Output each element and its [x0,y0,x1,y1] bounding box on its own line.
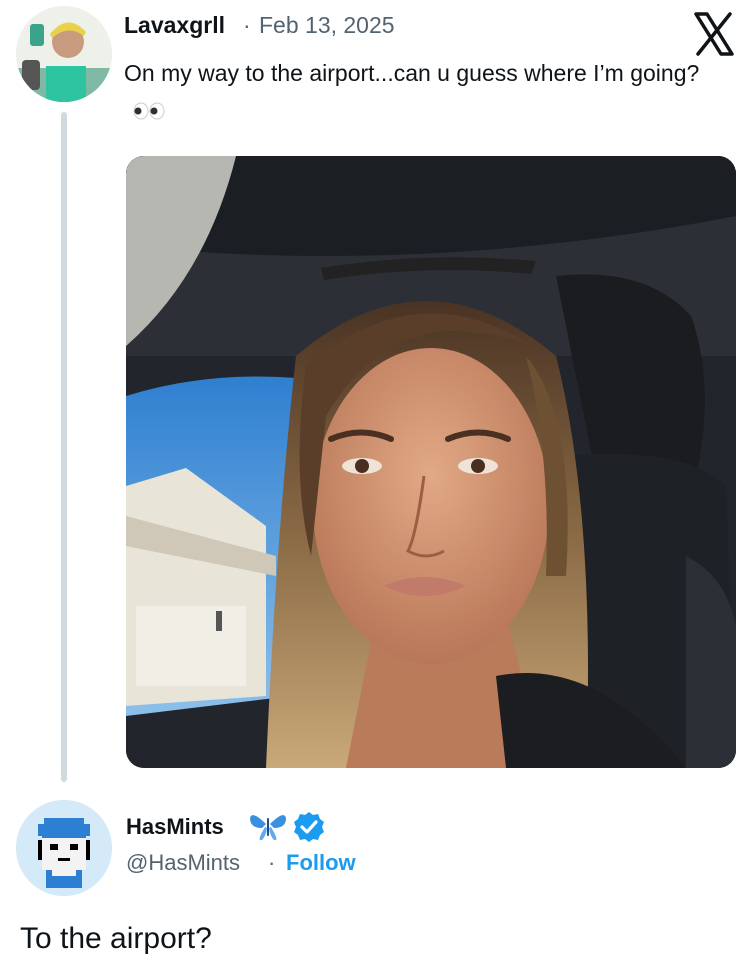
tweet-date[interactable]: Feb 13, 2025 [259,12,395,39]
reply-text: To the airport? [20,922,212,955]
blue-butterfly-icon [248,808,288,844]
tweet-text: On my way to the airport...can u guess w… [124,60,700,86]
separator-dot: · [243,12,251,38]
follow-button[interactable]: Follow [286,850,356,876]
tweet-text-block: On my way to the airport...can u guess w… [124,54,724,132]
thread-line [61,112,67,782]
author-name[interactable]: Lavaxgrll [124,12,225,39]
author-avatar[interactable] [16,6,112,102]
verified-badge-icon [292,810,326,844]
separator-dot: · [268,850,276,875]
reply-author-handle[interactable]: @HasMints [126,850,240,876]
reply-author-name[interactable]: HasMints [126,814,224,840]
reply-author-avatar[interactable] [16,800,112,896]
eyes-emoji-icon [132,94,166,132]
x-logo-icon [690,10,738,58]
tweet-photo[interactable] [126,156,736,768]
